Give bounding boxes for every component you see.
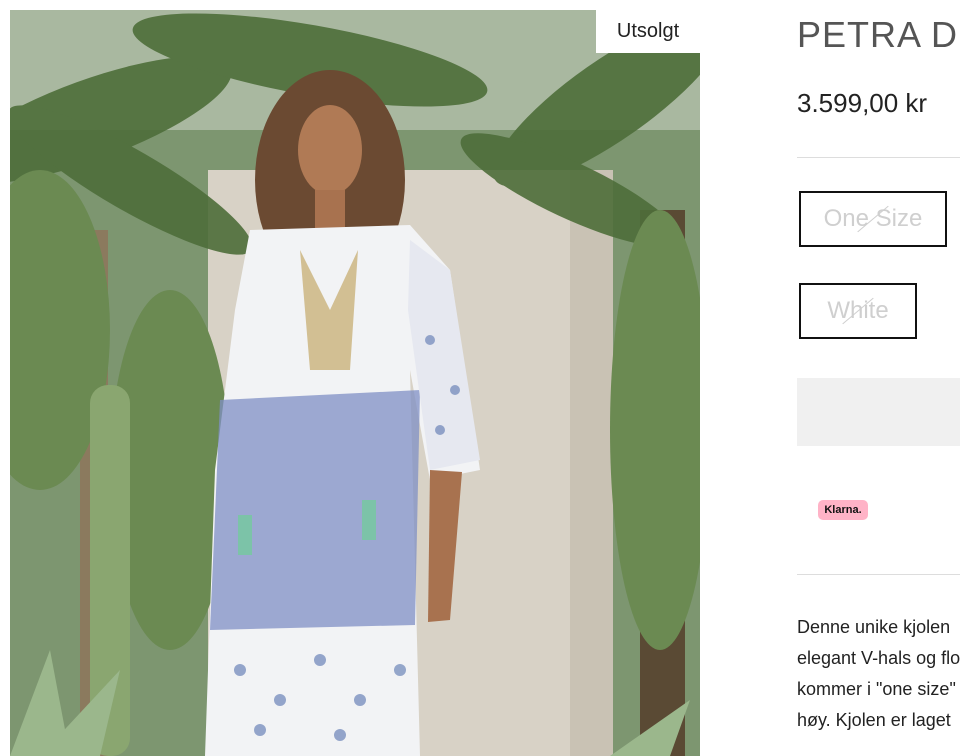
- description-line: kommer i "one size": [797, 679, 956, 699]
- description-line: Denne unike kjolen: [797, 617, 951, 637]
- add-to-cart-button[interactable]: [797, 378, 960, 446]
- sold-out-badge: Utsolgt: [596, 10, 700, 53]
- divider: [797, 574, 960, 575]
- klarna-badge: Klarna.: [818, 500, 868, 520]
- product-description: Denne unike kjolen elegant V-hals og flo…: [797, 612, 960, 736]
- product-photo: [10, 10, 700, 756]
- product-page: Utsolgt PETRA DR 3.599,00 kr One Size Wh…: [0, 0, 960, 756]
- description-line: elegant V-hals og flo: [797, 648, 960, 668]
- divider: [797, 157, 960, 158]
- size-option-button[interactable]: One Size: [799, 191, 947, 247]
- product-title: PETRA DR: [797, 14, 960, 55]
- product-price: 3.599,00 kr: [797, 88, 928, 118]
- description-line: høy. Kjolen er laget: [797, 710, 951, 730]
- color-option-button[interactable]: White: [799, 283, 917, 339]
- product-image[interactable]: [10, 10, 700, 756]
